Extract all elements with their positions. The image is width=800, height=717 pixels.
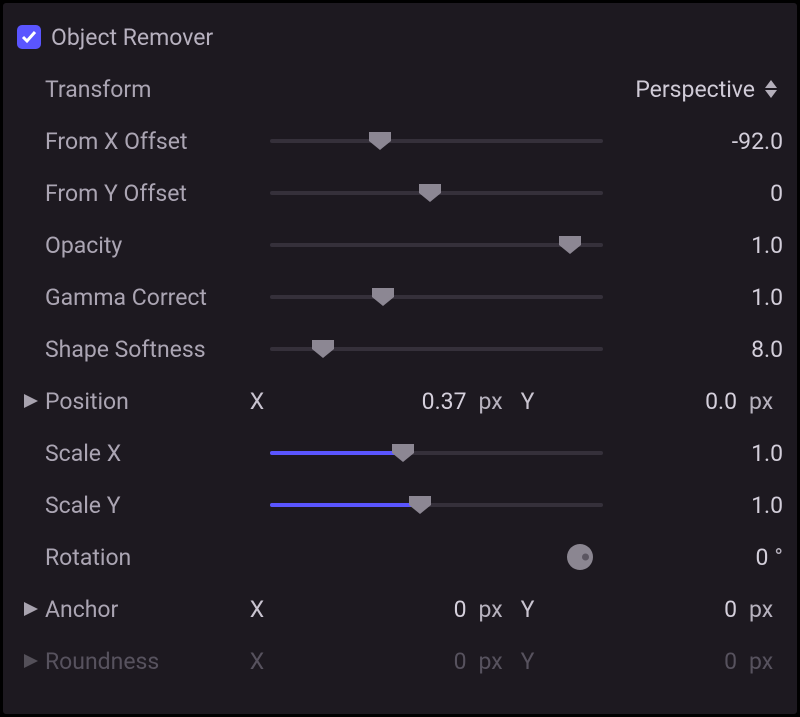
degree-icon: °	[774, 546, 783, 569]
scale-y-value[interactable]: 1.0	[613, 494, 783, 517]
roundness-disclosure[interactable]	[17, 654, 45, 668]
roundness-y-unit: px	[743, 650, 783, 673]
scale-x-value[interactable]: 1.0	[613, 442, 783, 465]
transform-row: Transform Perspective	[17, 63, 783, 115]
from-x-value[interactable]: -92.0	[613, 130, 783, 153]
gamma-slider[interactable]	[270, 295, 613, 299]
position-disclosure[interactable]	[17, 394, 45, 408]
position-y-field[interactable]: Y 0.0 px	[513, 390, 784, 413]
effect-enable-checkbox[interactable]	[17, 25, 41, 49]
anchor-y-field[interactable]: Y 0 px	[513, 598, 784, 621]
from-x-slider[interactable]	[270, 139, 613, 143]
gamma-value[interactable]: 1.0	[613, 286, 783, 309]
position-y-value: 0.0	[543, 390, 744, 413]
from-y-value[interactable]: 0	[613, 182, 783, 205]
from-y-offset-row: From Y Offset 0	[17, 167, 783, 219]
scale-x-label: Scale X	[45, 442, 270, 465]
from-y-label: From Y Offset	[45, 182, 270, 205]
x-axis-label: X	[242, 650, 272, 673]
softness-row: Shape Softness 8.0	[17, 323, 783, 375]
from-y-slider[interactable]	[270, 191, 613, 195]
opacity-row: Opacity 1.0	[17, 219, 783, 271]
from-x-offset-row: From X Offset -92.0	[17, 115, 783, 167]
rotation-control	[270, 544, 613, 570]
position-x-field[interactable]: X 0.37 px	[242, 390, 513, 413]
softness-slider[interactable]	[270, 347, 613, 351]
roundness-x-field: X 0 px	[242, 650, 513, 673]
x-axis-label: X	[242, 390, 272, 413]
scale-x-row: Scale X 1.0	[17, 427, 783, 479]
roundness-x-value: 0	[272, 650, 473, 673]
anchor-disclosure[interactable]	[17, 602, 45, 616]
position-x-unit: px	[473, 390, 513, 413]
softness-value[interactable]: 8.0	[613, 338, 783, 361]
up-down-icon	[765, 80, 777, 98]
effect-title: Object Remover	[51, 26, 213, 49]
anchor-x-field[interactable]: X 0 px	[242, 598, 513, 621]
opacity-label: Opacity	[45, 234, 270, 257]
softness-label: Shape Softness	[45, 338, 270, 361]
effect-header-row: Object Remover	[17, 11, 783, 63]
roundness-row: Roundness X 0 px Y 0 px	[17, 635, 783, 687]
y-axis-label: Y	[513, 390, 543, 413]
position-row: Position X 0.37 px Y 0.0 px	[17, 375, 783, 427]
anchor-x-value: 0	[272, 598, 473, 621]
opacity-slider[interactable]	[270, 243, 613, 247]
position-y-unit: px	[743, 390, 783, 413]
rotation-row: Rotation 0°	[17, 531, 783, 583]
roundness-y-value: 0	[543, 650, 744, 673]
scale-y-label: Scale Y	[45, 494, 270, 517]
anchor-y-unit: px	[743, 598, 783, 621]
rotation-dial[interactable]	[567, 544, 593, 570]
anchor-row: Anchor X 0 px Y 0 px	[17, 583, 783, 635]
roundness-label: Roundness	[45, 650, 242, 673]
gamma-label: Gamma Correct	[45, 286, 270, 309]
transform-dropdown[interactable]: Perspective	[270, 78, 783, 101]
x-axis-label: X	[242, 598, 272, 621]
anchor-x-unit: px	[473, 598, 513, 621]
y-axis-label: Y	[513, 598, 543, 621]
scale-y-slider[interactable]	[270, 503, 613, 507]
anchor-label: Anchor	[45, 598, 242, 621]
gamma-row: Gamma Correct 1.0	[17, 271, 783, 323]
opacity-value[interactable]: 1.0	[613, 234, 783, 257]
from-x-label: From X Offset	[45, 130, 270, 153]
scale-y-row: Scale Y 1.0	[17, 479, 783, 531]
position-label: Position	[45, 390, 242, 413]
position-x-value: 0.37	[272, 390, 473, 413]
inspector-panel: Object Remover Transform Perspective Fro…	[0, 0, 800, 717]
roundness-x-unit: px	[473, 650, 513, 673]
scale-x-slider[interactable]	[270, 451, 613, 455]
roundness-y-field: Y 0 px	[513, 650, 784, 673]
transform-value: Perspective	[635, 78, 755, 101]
y-axis-label: Y	[513, 650, 543, 673]
rotation-label: Rotation	[45, 546, 270, 569]
anchor-y-value: 0	[543, 598, 744, 621]
transform-label: Transform	[45, 78, 270, 101]
rotation-value[interactable]: 0°	[613, 546, 783, 569]
